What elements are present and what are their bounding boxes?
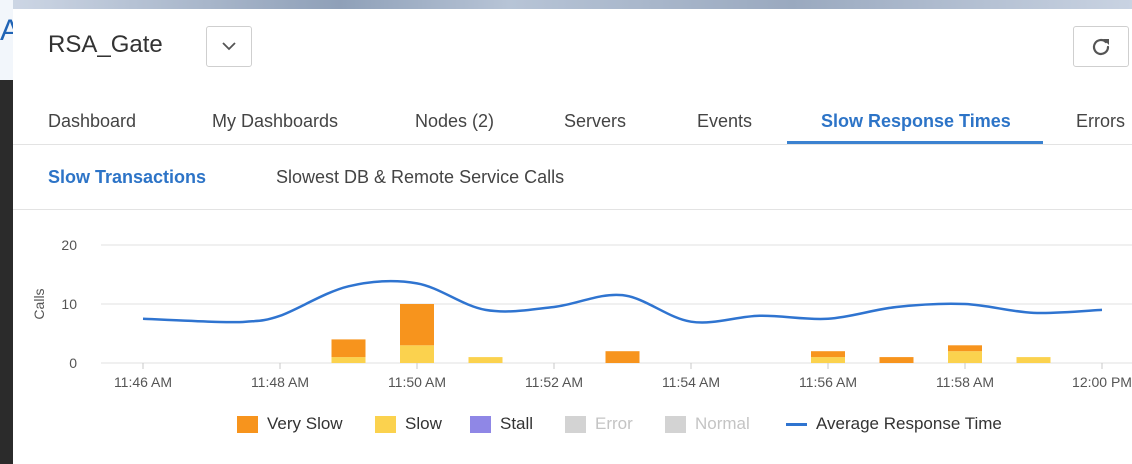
legend-label-very-slow: Very Slow	[267, 414, 343, 433]
refresh-icon	[1092, 38, 1110, 55]
sub-tabs: Slow Transactions Slowest DB & Remote Se…	[13, 146, 1132, 210]
legend-swatch-slow	[375, 415, 396, 433]
main-tabs: Dashboard My Dashboards Nodes (2) Server…	[13, 89, 1132, 145]
y-tick-label: 0	[69, 355, 77, 371]
y-tick-label: 10	[61, 296, 77, 312]
x-tick-label: 11:54 AM	[662, 374, 720, 390]
bar-slow	[1016, 357, 1051, 363]
bar-very-slow	[331, 339, 366, 358]
legend-swatch-stall	[470, 415, 491, 433]
legend-item-very-slow[interactable]: Very Slow	[237, 414, 343, 434]
bar-very-slow	[811, 351, 845, 358]
background-logo: Al	[0, 14, 13, 47]
x-tick-label: 11:56 AM	[799, 374, 857, 390]
tab-slow-response-times[interactable]: Slow Response Times	[821, 111, 1011, 132]
bar-slow	[331, 357, 366, 363]
legend-label-average-response-time: Average Response Time	[816, 414, 1002, 433]
legend-label-error: Error	[595, 414, 633, 433]
tab-dashboard[interactable]: Dashboard	[48, 111, 136, 132]
legend-item-slow[interactable]: Slow	[375, 414, 442, 434]
legend-item-stall[interactable]: Stall	[470, 414, 533, 434]
bar-slow	[811, 357, 845, 363]
legend-label-stall: Stall	[500, 414, 534, 433]
chart-legend: Very Slow Slow Stall Error Normal Averag…	[13, 414, 1132, 438]
active-tab-indicator	[787, 141, 1043, 144]
tab-errors[interactable]: Errors	[1076, 111, 1125, 132]
application-panel: RSA_Gate Dashboard My Dashboards Nodes (…	[13, 9, 1132, 464]
legend-label-slow: Slow	[405, 414, 442, 433]
bar-very-slow	[948, 345, 982, 352]
chevron-down-icon	[222, 42, 236, 51]
application-dropdown-button[interactable]	[206, 26, 252, 67]
application-title: RSA_Gate	[48, 31, 163, 58]
y-axis-label: Calls	[31, 288, 47, 319]
legend-swatch-average-response-time	[786, 422, 807, 426]
slow-transactions-chart: 0 10 20 Calls 11:46 AM 11:48 AM 11:50 AM 11:52 …	[31, 237, 1132, 390]
subtab-slowest-db-remote-calls[interactable]: Slowest DB & Remote Service Calls	[276, 167, 564, 188]
subtab-slow-transactions[interactable]: Slow Transactions	[48, 167, 206, 188]
legend-item-normal[interactable]: Normal	[665, 414, 750, 434]
tab-my-dashboards[interactable]: My Dashboards	[212, 111, 338, 132]
legend-swatch-very-slow	[237, 415, 258, 433]
refresh-button[interactable]	[1073, 26, 1129, 67]
bar-very-slow	[879, 357, 914, 363]
legend-item-average-response-time[interactable]: Average Response Time	[786, 414, 1002, 434]
background-window-banner	[0, 0, 1132, 9]
average-response-time-line	[142, 279, 1103, 324]
legend-swatch-error	[565, 415, 586, 433]
x-tick-label: 11:48 AM	[251, 374, 309, 390]
legend-item-error[interactable]: Error	[565, 414, 633, 434]
tab-nodes[interactable]: Nodes (2)	[415, 111, 494, 132]
bar-slow	[468, 357, 503, 363]
x-tick-label: 11:58 AM	[936, 374, 994, 390]
bar-slow	[948, 351, 982, 363]
bar-slow	[400, 345, 434, 363]
tab-servers[interactable]: Servers	[564, 111, 626, 132]
x-tick-label: 11:46 AM	[114, 374, 172, 390]
x-tick-label: 12:00 PM	[1072, 374, 1132, 390]
bar-very-slow	[400, 304, 434, 346]
tab-events[interactable]: Events	[697, 111, 752, 132]
x-tick-label: 11:52 AM	[525, 374, 583, 390]
x-tick-label: 11:50 AM	[388, 374, 446, 390]
y-tick-label: 20	[61, 237, 77, 253]
legend-label-normal: Normal	[695, 414, 750, 433]
bar-very-slow	[605, 351, 640, 363]
legend-swatch-normal	[665, 415, 686, 433]
